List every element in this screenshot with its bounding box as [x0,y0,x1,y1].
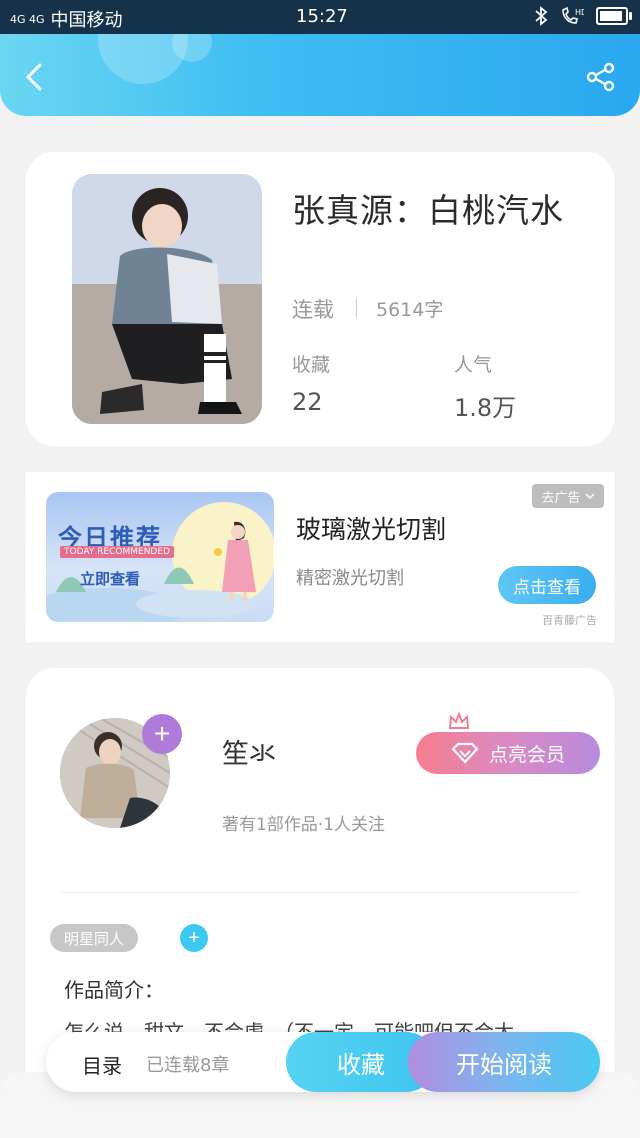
chapter-count: 已连载8章 [146,1055,230,1076]
favorites-label: 收藏 [292,354,331,376]
signal-icon: 4G 4G [10,12,45,26]
hd-call-icon: HD [562,6,584,24]
ad-banner[interactable]: 今日推荐 TODAY RECOMMENDED 立即查看 去广告 玻璃激光切割 精… [26,472,614,642]
author-stats: 著有1部作品·1人关注 [222,815,386,835]
bottom-action-bar: 目录 已连载8章 收藏 开始阅读 [46,1032,600,1092]
plus-icon: + [188,927,200,949]
plus-icon: + [153,718,171,749]
remove-ad-label: 去广告 [541,490,581,506]
follow-author-button[interactable]: + [142,714,182,754]
favorites-count: 22 [292,388,323,416]
serial-status: 连载 [292,298,334,322]
header-bar [0,34,640,116]
add-tag-button[interactable]: + [180,924,208,952]
ad-banner-subtitle: TODAY RECOMMENDED [60,546,174,558]
battery-icon [596,7,632,25]
status-left: 4G 4G 中国移动 [10,6,123,32]
activate-vip-button[interactable]: 点亮会员 [416,732,600,774]
popularity-label: 人气 [454,354,493,376]
ad-image[interactable]: 今日推荐 TODAY RECOMMENDED 立即查看 [46,492,274,622]
svg-text:HD: HD [575,8,584,17]
book-title: 张真源：白桃汽水 [292,191,564,230]
status-bar: 4G 4G 中国移动 15:27 HD [0,0,640,34]
word-count: 5614字 [376,299,444,321]
vip-button-label: 点亮会员 [488,744,565,766]
cover-illustration [72,174,262,424]
ad-title: 玻璃激光切割 [296,515,447,544]
share-icon[interactable] [586,62,616,92]
divider [356,298,357,318]
bluetooth-icon [535,6,548,26]
ad-subtitle: 精密激光切割 [296,568,404,589]
start-reading-button[interactable]: 开始阅读 [408,1032,600,1092]
book-cover-image[interactable] [72,174,262,424]
status-right: HD [534,6,632,26]
synopsis-label: 作品简介： [64,978,164,1002]
chevron-left-icon[interactable] [20,62,50,92]
ad-source-label: 百青藤广告 [542,614,597,627]
popularity-count: 1.8万 [454,394,517,422]
ad-banner-cta: 立即查看 [80,570,141,588]
toc-button[interactable]: 目录 [82,1050,122,1079]
remove-ad-button[interactable]: 去广告 [532,484,604,508]
author-name: 笙氺 [222,739,276,770]
book-info-card: 张真源：白桃汽水 连载 5614字 收藏 22 人气 1.8万 [26,152,614,446]
ad-view-button[interactable]: 点击查看 [498,566,596,604]
genre-tag[interactable]: 明星同人 [50,924,139,952]
divider [62,892,578,893]
carrier-label: 中国移动 [50,10,123,31]
diamond-icon [451,742,479,764]
chevron-down-icon [584,493,595,500]
crown-icon [448,712,470,729]
clock: 15:27 [296,6,348,27]
